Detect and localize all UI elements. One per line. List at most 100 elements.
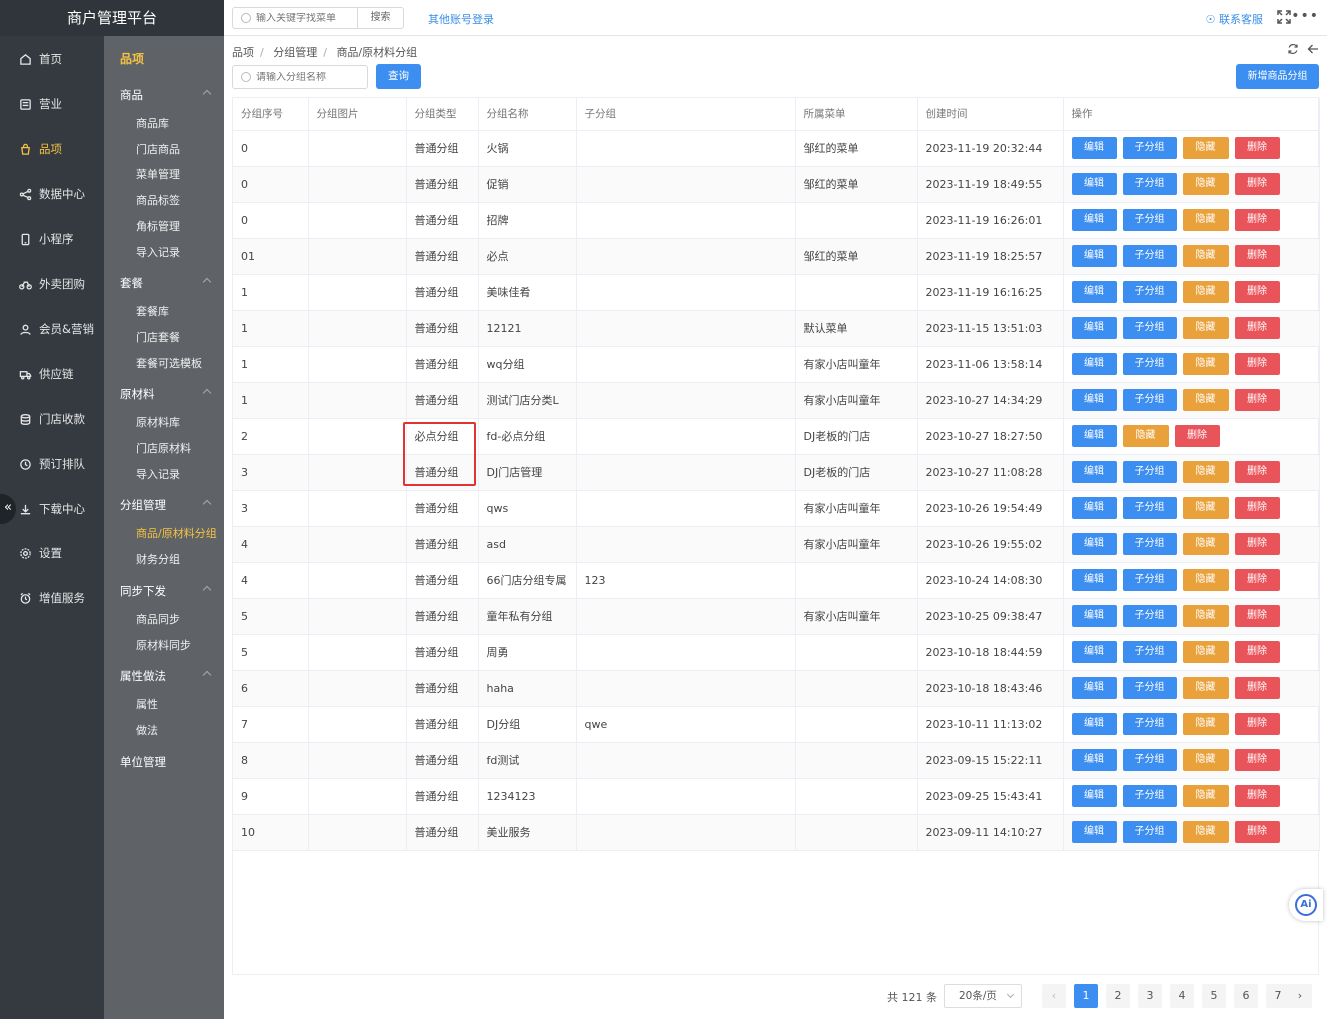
subnav-item[interactable]: 做法 bbox=[136, 722, 158, 738]
delete-button[interactable]: 删除 bbox=[1234, 605, 1280, 627]
hide-button[interactable]: 隐藏 bbox=[1182, 137, 1229, 159]
nav-item-8[interactable]: 门店收款 bbox=[0, 403, 104, 435]
breadcrumb-item[interactable]: 分组管理 bbox=[273, 46, 317, 59]
edit-button[interactable]: 编辑 bbox=[1071, 389, 1117, 411]
page-button[interactable]: 4 bbox=[1170, 984, 1194, 1008]
subgroup-button[interactable]: 子分组 bbox=[1122, 641, 1177, 663]
edit-button[interactable]: 编辑 bbox=[1071, 821, 1117, 843]
edit-button[interactable]: 编辑 bbox=[1071, 533, 1117, 555]
subgroup-button[interactable]: 子分组 bbox=[1122, 245, 1177, 267]
edit-button[interactable]: 编辑 bbox=[1071, 425, 1117, 447]
subgroup-button[interactable]: 子分组 bbox=[1122, 317, 1177, 339]
nav-item-7[interactable]: 供应链 bbox=[0, 358, 104, 390]
edit-button[interactable]: 编辑 bbox=[1071, 353, 1117, 375]
subgroup-button[interactable]: 子分组 bbox=[1122, 173, 1177, 195]
subnav-group-header[interactable]: 单位管理 bbox=[120, 754, 166, 770]
delete-button[interactable]: 删除 bbox=[1234, 533, 1280, 555]
nav-item-3[interactable]: 数据中心 bbox=[0, 178, 104, 210]
edit-button[interactable]: 编辑 bbox=[1071, 245, 1117, 267]
subnav-item[interactable]: 门店套餐 bbox=[136, 329, 180, 345]
edit-button[interactable]: 编辑 bbox=[1071, 641, 1117, 663]
hide-button[interactable]: 隐藏 bbox=[1182, 749, 1229, 771]
edit-button[interactable]: 编辑 bbox=[1071, 461, 1117, 483]
edit-button[interactable]: 编辑 bbox=[1071, 137, 1117, 159]
nav-item-4[interactable]: 小程序 bbox=[0, 223, 104, 255]
subnav-item[interactable]: 商品同步 bbox=[136, 611, 180, 627]
breadcrumb-item[interactable]: 品项 bbox=[232, 46, 254, 59]
delete-button[interactable]: 删除 bbox=[1234, 209, 1280, 231]
subgroup-button[interactable]: 子分组 bbox=[1122, 785, 1177, 807]
delete-button[interactable]: 删除 bbox=[1234, 137, 1280, 159]
refresh-icon[interactable] bbox=[1287, 43, 1299, 55]
back-arrow-icon[interactable] bbox=[1307, 43, 1319, 55]
delete-button[interactable]: 删除 bbox=[1234, 317, 1280, 339]
prev-page-icon[interactable]: ‹ bbox=[1042, 984, 1066, 1008]
delete-button[interactable]: 删除 bbox=[1234, 389, 1280, 411]
edit-button[interactable]: 编辑 bbox=[1071, 677, 1117, 699]
subgroup-button[interactable]: 子分组 bbox=[1122, 389, 1177, 411]
hide-button[interactable]: 隐藏 bbox=[1182, 713, 1229, 735]
subgroup-button[interactable]: 子分组 bbox=[1122, 713, 1177, 735]
edit-button[interactable]: 编辑 bbox=[1071, 749, 1117, 771]
subnav-group-header[interactable]: 原材料 bbox=[120, 386, 212, 402]
nav-item-2[interactable]: 品项 bbox=[0, 133, 104, 165]
hide-button[interactable]: 隐藏 bbox=[1182, 389, 1229, 411]
delete-button[interactable]: 删除 bbox=[1234, 821, 1280, 843]
edit-button[interactable]: 编辑 bbox=[1071, 713, 1117, 735]
subnav-item[interactable]: 导入记录 bbox=[136, 466, 180, 482]
page-size-select[interactable]: 20条/页 bbox=[944, 984, 1022, 1008]
hide-button[interactable]: 隐藏 bbox=[1182, 605, 1229, 627]
delete-button[interactable]: 删除 bbox=[1234, 497, 1280, 519]
menu-search-button[interactable]: 搜索 bbox=[357, 8, 403, 28]
hide-button[interactable]: 隐藏 bbox=[1182, 245, 1229, 267]
hide-button[interactable]: 隐藏 bbox=[1182, 281, 1229, 303]
group-name-input[interactable] bbox=[256, 71, 366, 83]
next-page-icon[interactable]: › bbox=[1288, 984, 1312, 1008]
hide-button[interactable]: 隐藏 bbox=[1182, 353, 1229, 375]
page-button[interactable]: 1 bbox=[1074, 984, 1098, 1008]
subnav-item[interactable]: 套餐可选模板 bbox=[136, 355, 202, 371]
edit-button[interactable]: 编辑 bbox=[1071, 605, 1117, 627]
subnav-item[interactable]: 原材料库 bbox=[136, 414, 180, 430]
page-button[interactable]: 6 bbox=[1234, 984, 1258, 1008]
query-button[interactable]: 查询 bbox=[376, 64, 421, 89]
edit-button[interactable]: 编辑 bbox=[1071, 173, 1117, 195]
nav-item-0[interactable]: 首页 bbox=[0, 43, 104, 75]
hide-button[interactable]: 隐藏 bbox=[1182, 821, 1229, 843]
subgroup-button[interactable]: 子分组 bbox=[1122, 281, 1177, 303]
subnav-group-header[interactable]: 同步下发 bbox=[120, 583, 212, 599]
contact-support-link[interactable]: ☉ 联系客服 bbox=[1206, 11, 1263, 27]
page-button[interactable]: 7 bbox=[1266, 984, 1290, 1008]
hide-button[interactable]: 隐藏 bbox=[1182, 461, 1229, 483]
hide-button[interactable]: 隐藏 bbox=[1182, 785, 1229, 807]
hide-button[interactable]: 隐藏 bbox=[1122, 425, 1169, 447]
page-button[interactable]: 2 bbox=[1106, 984, 1130, 1008]
nav-item-1[interactable]: 营业 bbox=[0, 88, 104, 120]
subnav-group-header[interactable]: 商品 bbox=[120, 87, 212, 103]
delete-button[interactable]: 删除 bbox=[1234, 173, 1280, 195]
more-icon[interactable]: ••• bbox=[1291, 8, 1319, 24]
delete-button[interactable]: 删除 bbox=[1234, 281, 1280, 303]
page-button[interactable]: 3 bbox=[1138, 984, 1162, 1008]
subnav-group-header[interactable]: 属性做法 bbox=[120, 668, 212, 684]
subgroup-button[interactable]: 子分组 bbox=[1122, 533, 1177, 555]
edit-button[interactable]: 编辑 bbox=[1071, 317, 1117, 339]
edit-button[interactable]: 编辑 bbox=[1071, 785, 1117, 807]
subnav-group-header[interactable]: 分组管理 bbox=[120, 497, 212, 513]
nav-item-11[interactable]: 设置 bbox=[0, 537, 104, 569]
delete-button[interactable]: 删除 bbox=[1234, 713, 1280, 735]
nav-item-12[interactable]: 增值服务 bbox=[0, 582, 104, 614]
subgroup-button[interactable]: 子分组 bbox=[1122, 353, 1177, 375]
delete-button[interactable]: 删除 bbox=[1234, 677, 1280, 699]
subnav-item[interactable]: 角标管理 bbox=[136, 218, 180, 234]
subgroup-button[interactable]: 子分组 bbox=[1122, 137, 1177, 159]
subgroup-button[interactable]: 子分组 bbox=[1122, 569, 1177, 591]
subnav-group-header[interactable]: 套餐 bbox=[120, 275, 212, 291]
fullscreen-icon[interactable] bbox=[1277, 10, 1291, 24]
hide-button[interactable]: 隐藏 bbox=[1182, 173, 1229, 195]
subnav-item[interactable]: 商品库 bbox=[136, 115, 169, 131]
subnav-item[interactable]: 财务分组 bbox=[136, 551, 180, 567]
delete-button[interactable]: 删除 bbox=[1234, 749, 1280, 771]
subgroup-button[interactable]: 子分组 bbox=[1122, 209, 1177, 231]
edit-button[interactable]: 编辑 bbox=[1071, 497, 1117, 519]
